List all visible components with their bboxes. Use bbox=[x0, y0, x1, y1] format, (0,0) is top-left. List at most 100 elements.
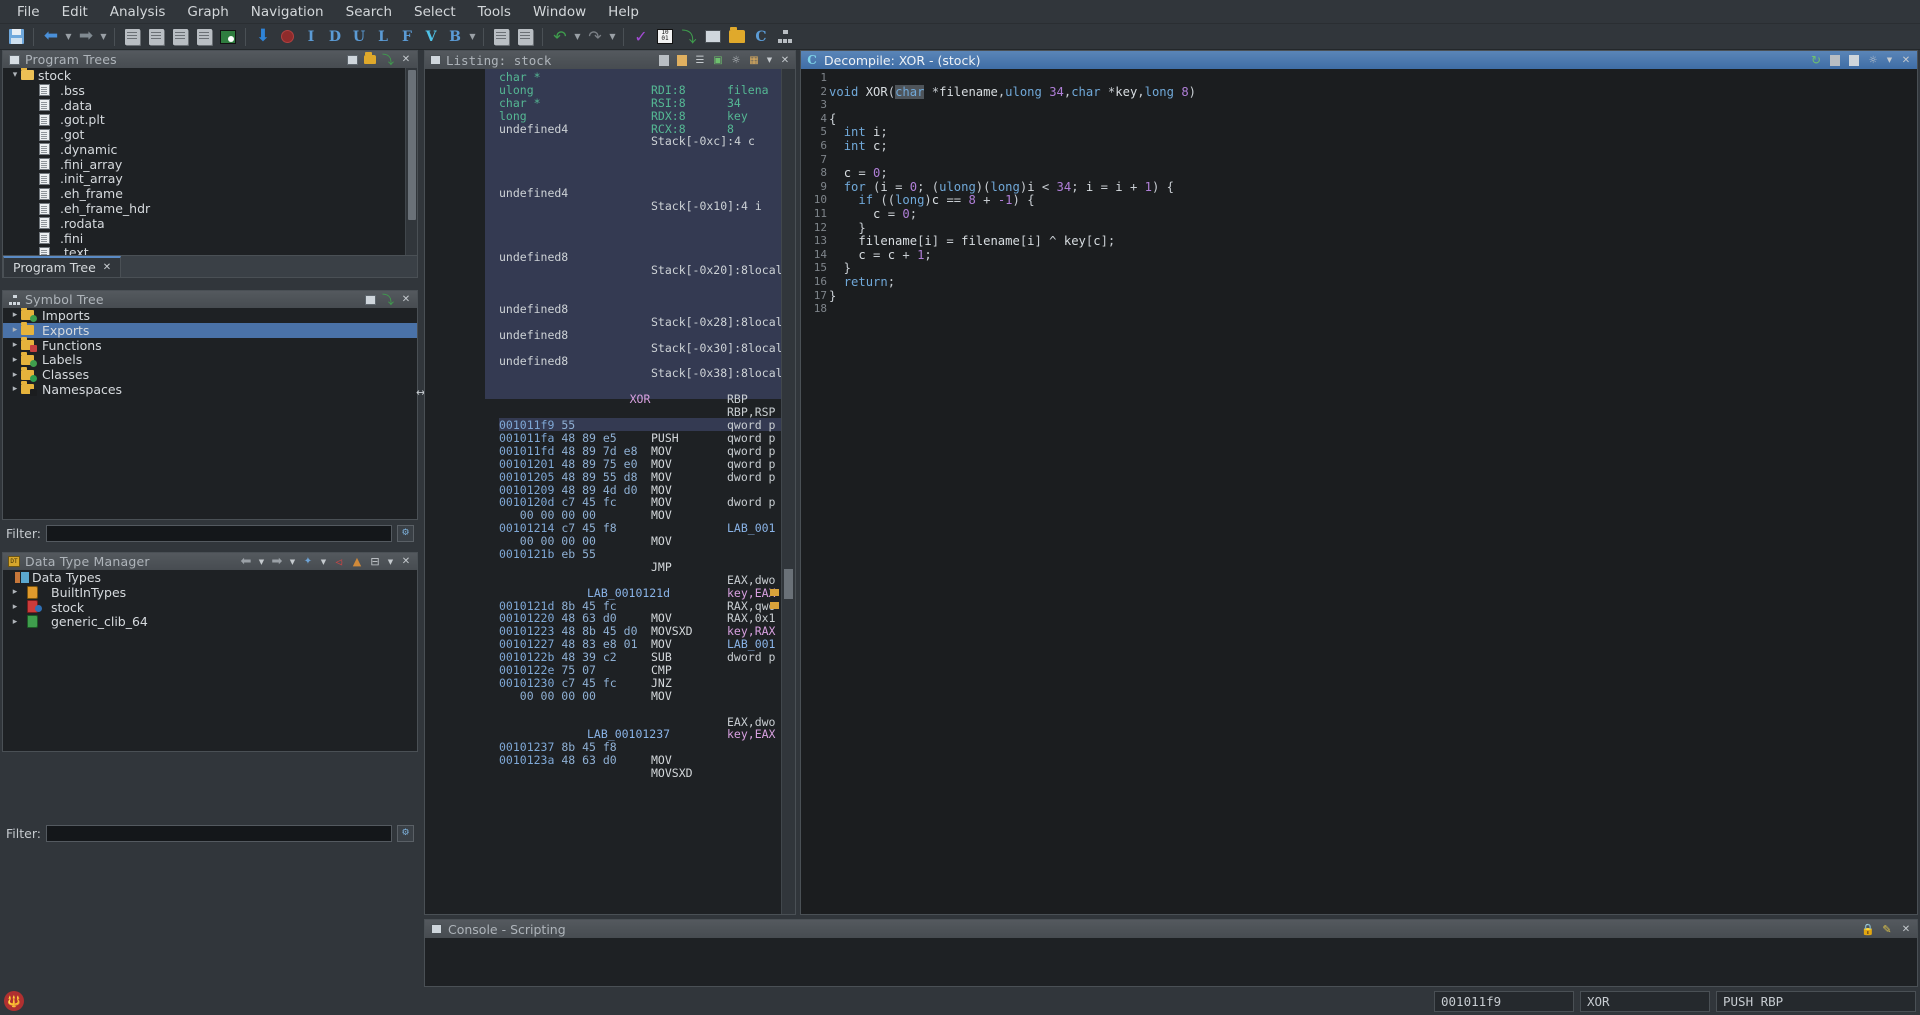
label-icon[interactable]: L bbox=[371, 26, 395, 48]
undo-icon[interactable]: ↶ bbox=[548, 26, 572, 48]
data-type-item-generic-clib-64[interactable]: ▸ generic_clib_64 bbox=[3, 614, 417, 629]
search-input[interactable] bbox=[45, 824, 392, 842]
menu-item-edit[interactable]: Edit bbox=[51, 1, 99, 23]
conflict-icon[interactable]: ▲ bbox=[350, 555, 364, 569]
sidebar-item-functions[interactable]: ▸ Functions bbox=[3, 336, 417, 353]
close-icon[interactable]: ✕ bbox=[103, 262, 111, 273]
tree-icon[interactable] bbox=[773, 26, 797, 48]
forward-dropdown-icon[interactable]: ▼ bbox=[98, 26, 109, 48]
symbol-tree-body[interactable]: ▸ Imports ▸ Exports ▸ Functions ▸ Labels… bbox=[3, 308, 417, 519]
snapshot2-icon[interactable] bbox=[144, 26, 168, 48]
tree-item-got[interactable]: .got bbox=[3, 127, 417, 142]
search-input[interactable] bbox=[45, 524, 392, 542]
back-dropdown-icon[interactable]: ▼ bbox=[63, 26, 74, 48]
disabled-filter-icon[interactable]: ⏿ bbox=[332, 555, 346, 569]
chevron-right-icon[interactable]: ▸ bbox=[9, 325, 21, 335]
line-code[interactable]: int c; bbox=[829, 139, 888, 153]
line-code[interactable]: } bbox=[829, 221, 865, 235]
chevron-right-icon[interactable]: ▸ bbox=[9, 384, 21, 394]
line-code[interactable]: } bbox=[829, 261, 851, 275]
snapshot-icon[interactable]: ☼ bbox=[1866, 53, 1880, 67]
code-line[interactable]: 17} bbox=[801, 289, 1917, 303]
back-arrow-icon[interactable]: ⬅ bbox=[39, 26, 63, 48]
code-line[interactable]: 11 c = 0; bbox=[801, 207, 1917, 221]
checkmark-icon[interactable]: ✓ bbox=[629, 26, 653, 48]
line-code[interactable]: if ((long)c == 8 + -1) { bbox=[829, 193, 1034, 207]
data-types-root[interactable]: Data Types bbox=[3, 570, 417, 585]
operand-cell[interactable]: LAB_001 bbox=[727, 637, 775, 651]
chevron-right-icon[interactable]: ▸ bbox=[9, 340, 21, 350]
data-icon[interactable]: D bbox=[323, 26, 347, 48]
listing-code[interactable]: char * ulong char * long undefined4 unde… bbox=[485, 69, 789, 914]
line-code[interactable]: c = 0; bbox=[829, 207, 917, 221]
bookmark-dropdown-icon[interactable]: ▼ bbox=[467, 26, 478, 48]
stop-icon[interactable] bbox=[275, 26, 299, 48]
menu-item-window[interactable]: Window bbox=[522, 1, 597, 23]
chevron-right-icon[interactable]: ▸ bbox=[9, 310, 21, 320]
snapshot-icon[interactable] bbox=[363, 293, 377, 307]
line-code[interactable]: for (i = 0; (ulong)(long)i < 34; i = i +… bbox=[829, 180, 1174, 194]
tree-item-initarray[interactable]: .init_array bbox=[3, 171, 417, 186]
c-parser-icon[interactable]: C bbox=[749, 26, 773, 48]
code-line[interactable]: 10 if ((long)c == 8 + -1) { bbox=[801, 193, 1917, 207]
code-line[interactable]: 5 int i; bbox=[801, 125, 1917, 139]
code-line[interactable]: 9 for (i = 0; (ulong)(long)i < 34; i = i… bbox=[801, 180, 1917, 194]
snapshot-icon[interactable]: ☼ bbox=[729, 53, 743, 67]
close-icon[interactable]: ✕ bbox=[399, 53, 413, 67]
view-icon[interactable]: V bbox=[419, 26, 443, 48]
tab-program-tree[interactable]: Program Tree ✕ bbox=[3, 256, 122, 277]
menu-item-navigation[interactable]: Navigation bbox=[240, 1, 335, 23]
filter-icon[interactable]: ✦ bbox=[301, 555, 315, 569]
code-line[interactable]: 13 filename[i] = filename[i] ^ key[c]; bbox=[801, 234, 1917, 248]
line-code[interactable]: { bbox=[829, 112, 836, 126]
sidebar-item-labels[interactable]: ▸ Labels bbox=[3, 351, 417, 367]
line-code[interactable]: return; bbox=[829, 275, 895, 289]
menu-item-help[interactable]: Help bbox=[597, 1, 650, 23]
paste-icon[interactable]: ⤵ bbox=[381, 293, 395, 307]
operand-cell[interactable]: RAX,qwo bbox=[727, 599, 775, 613]
byte-viewer-icon[interactable]: 10 01 bbox=[653, 26, 677, 48]
operand-cell[interactable]: key,EAX bbox=[727, 586, 775, 600]
export-icon[interactable] bbox=[1847, 53, 1861, 67]
data-type-manager-body[interactable]: Data Types ▸ BuiltInTypes ▸ stock ▸ gene… bbox=[3, 570, 417, 751]
decompiler-body[interactable]: 1 2 void XOR(char *filename,ulong 34,char… bbox=[801, 69, 1917, 914]
memory-map-icon[interactable] bbox=[216, 26, 240, 48]
operand-cell[interactable]: EAX,dwo bbox=[727, 573, 775, 587]
scrollbar-thumb[interactable] bbox=[408, 70, 416, 220]
menu-item-tools[interactable]: Tools bbox=[467, 1, 522, 23]
tree-item-text[interactable]: .text bbox=[3, 245, 417, 255]
sidebar-item-exports[interactable]: ▸ Exports bbox=[3, 322, 417, 338]
tree-item-dynamic[interactable]: .dynamic bbox=[3, 142, 417, 157]
line-code[interactable]: void XOR(char *filename,ulong 34,char *k… bbox=[829, 84, 1196, 99]
code-line[interactable]: 1 bbox=[801, 71, 1917, 85]
code-line[interactable]: 2 void XOR(char *filename,ulong 34,char *… bbox=[801, 84, 1917, 99]
chevron-right-icon[interactable]: ▸ bbox=[9, 355, 21, 365]
snapshot3-icon[interactable] bbox=[168, 26, 192, 48]
code-line[interactable]: 6 int c; bbox=[801, 139, 1917, 153]
tree-item-gotplt[interactable]: .got.plt bbox=[3, 112, 417, 127]
code-line[interactable]: 18 bbox=[801, 302, 1917, 316]
scrollbar-thumb[interactable] bbox=[784, 569, 793, 599]
filter-dropdown-icon[interactable]: ▼ bbox=[319, 555, 328, 569]
data-type-icon[interactable] bbox=[725, 26, 749, 48]
paste-icon[interactable] bbox=[675, 53, 689, 67]
bookmark-icon[interactable]: B bbox=[443, 26, 467, 48]
filter-options-icon[interactable]: ⚙ bbox=[397, 824, 414, 842]
tree-item-data[interactable]: .data bbox=[3, 98, 417, 113]
tree-root-stock[interactable]: ▾ stock bbox=[3, 68, 417, 83]
menu-item-graph[interactable]: Graph bbox=[176, 1, 239, 23]
open-folder-icon[interactable] bbox=[363, 52, 377, 67]
redo-dropdown-icon[interactable]: ▼ bbox=[607, 26, 618, 48]
copy-icon[interactable] bbox=[657, 53, 671, 67]
dropdown-icon[interactable]: ▼ bbox=[765, 53, 774, 67]
data-type-item-stock[interactable]: ▸ stock bbox=[3, 600, 417, 615]
operand-cell[interactable]: RAX,0x1 bbox=[727, 611, 775, 625]
down-arrow-icon[interactable]: ⬇ bbox=[251, 26, 275, 48]
forward-dropdown-icon[interactable]: ▼ bbox=[288, 555, 297, 569]
line-code[interactable]: filename[i] = filename[i] ^ key[c]; bbox=[829, 234, 1115, 248]
toggle-icon[interactable]: ▦ bbox=[747, 53, 761, 67]
menu-item-file[interactable]: File bbox=[6, 1, 51, 23]
save-icon[interactable] bbox=[4, 26, 28, 48]
lock-icon[interactable]: 🔒 bbox=[1861, 922, 1875, 936]
code-line[interactable]: 16 return; bbox=[801, 275, 1917, 289]
